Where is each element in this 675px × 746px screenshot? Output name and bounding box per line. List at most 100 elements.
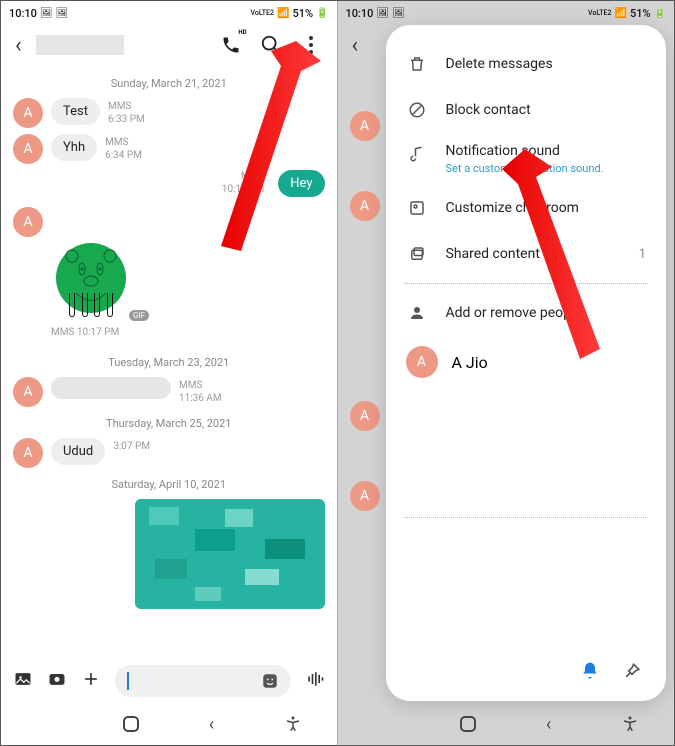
contact-row[interactable]: A A Jio xyxy=(404,336,649,388)
message-bubble[interactable]: Udud xyxy=(51,438,105,465)
search-button[interactable] xyxy=(259,33,283,57)
image-icon xyxy=(13,669,33,689)
person-icon xyxy=(406,302,428,324)
signal-icon: 📶 xyxy=(614,8,626,19)
more-icon xyxy=(309,36,313,54)
menu-label: Delete messages xyxy=(446,56,647,72)
avatar: A xyxy=(350,111,380,141)
avatar[interactable]: A xyxy=(13,134,43,164)
date-label: Tuesday, March 23, 2021 xyxy=(13,356,325,369)
avatar[interactable]: A xyxy=(13,377,43,407)
menu-block-contact[interactable]: Block contact xyxy=(404,87,649,133)
volte-icon: VoLTE2 xyxy=(251,9,274,17)
image-message[interactable] xyxy=(135,499,325,609)
separator xyxy=(404,283,649,284)
avatar-column: A A A A xyxy=(350,111,380,511)
camera-button[interactable] xyxy=(47,669,67,693)
signal-icon: 📶 xyxy=(277,8,289,19)
status-icon-2: 🖼 xyxy=(392,8,405,19)
message-meta: MMS 6:33 PM xyxy=(108,98,145,126)
menu-notification-sound[interactable]: Notification sound Set a custom notifica… xyxy=(404,133,649,185)
message-row[interactable]: A Test MMS 6:33 PM xyxy=(13,98,325,128)
block-icon xyxy=(406,99,428,121)
sticker-message[interactable]: GIF MMS 10:17 PM xyxy=(51,243,325,346)
menu-footer xyxy=(404,653,649,689)
message-row[interactable]: A MMS 11:36 AM xyxy=(13,377,325,407)
shared-count: 1 xyxy=(639,247,646,262)
message-bubble[interactable] xyxy=(51,377,171,399)
screen-options: 10:10 🖼 🖼 VoLTE2 📶 51% 🔋 ‹ A A A A xyxy=(338,1,675,745)
menu-customize-chat-room[interactable]: Customize chat room xyxy=(404,185,649,231)
message-row[interactable]: A Yhh MMS 6:34 PM xyxy=(13,134,325,164)
contact-name[interactable] xyxy=(36,35,124,55)
message-bubble[interactable]: Hey xyxy=(278,170,324,197)
camera-icon xyxy=(47,669,67,689)
menu-delete-messages[interactable]: Delete messages xyxy=(404,41,649,87)
back-button[interactable]: ‹ xyxy=(11,33,26,58)
options-menu-sheet: Delete messages Block contact Notificati… xyxy=(386,25,667,701)
message-meta: MMS 6:34 PM xyxy=(105,134,142,162)
notification-bell-button[interactable] xyxy=(580,661,600,685)
message-input[interactable] xyxy=(115,665,291,697)
status-icon-2: 🖼 xyxy=(56,8,69,19)
call-button[interactable]: HD xyxy=(219,33,243,57)
message-meta: 3:07 PM xyxy=(113,438,150,453)
status-time: 10:10 xyxy=(346,7,374,20)
back-button[interactable]: ‹ xyxy=(348,33,363,58)
avatar[interactable]: A xyxy=(13,98,43,128)
menu-shared-content[interactable]: Shared content 1 xyxy=(404,231,649,277)
date-label: Saturday, April 10, 2021 xyxy=(13,478,325,491)
nav-home[interactable] xyxy=(123,716,139,732)
nav-back[interactable]: ‹ xyxy=(209,714,214,735)
voice-button[interactable] xyxy=(305,669,325,693)
android-navbar: ‹ xyxy=(1,703,337,745)
audio-wave-icon xyxy=(305,669,325,689)
volte-icon: VoLTE2 xyxy=(588,9,611,17)
menu-label: Shared content xyxy=(446,246,621,262)
menu-label: Customize chat room xyxy=(446,200,647,216)
music-note-icon xyxy=(406,143,428,165)
battery-icon: 🔋 xyxy=(316,8,328,19)
hd-badge: HD xyxy=(238,29,246,36)
date-label: Sunday, March 21, 2021 xyxy=(13,77,325,90)
gallery-button[interactable] xyxy=(13,669,33,693)
nav-recents[interactable] xyxy=(372,723,390,725)
message-meta: MMS 10:17 PM xyxy=(222,170,264,196)
plus-icon xyxy=(81,669,101,689)
text-cursor xyxy=(127,672,129,690)
message-bubble[interactable]: Yhh xyxy=(51,134,97,161)
menu-add-remove-people[interactable]: Add or remove people xyxy=(404,290,649,336)
avatar: A xyxy=(350,481,380,511)
sticker-image: GIF xyxy=(51,243,131,323)
emoji-icon[interactable] xyxy=(261,672,279,690)
message-bubble[interactable]: Test xyxy=(51,98,100,125)
battery-percent: 51% xyxy=(292,7,313,20)
avatar: A xyxy=(406,346,438,378)
separator xyxy=(404,517,649,518)
nav-back[interactable]: ‹ xyxy=(546,714,551,735)
menu-label: Notification sound xyxy=(446,143,647,159)
avatar[interactable]: A xyxy=(13,438,43,468)
status-icon-1: 🖼 xyxy=(376,8,389,19)
message-meta: MMS 10:17 PM xyxy=(51,327,119,338)
chat-body[interactable]: Sunday, March 21, 2021 A Test MMS 6:33 P… xyxy=(1,67,337,657)
chat-header: ‹ HD xyxy=(1,23,337,67)
pin-button[interactable] xyxy=(622,661,642,685)
accessibility-icon[interactable] xyxy=(284,715,302,733)
message-row[interactable]: A Udud 3:07 PM xyxy=(13,438,325,468)
avatar[interactable]: A xyxy=(13,207,43,237)
battery-percent: 51% xyxy=(630,7,651,20)
nav-recents[interactable] xyxy=(36,723,54,725)
status-icon-1: 🖼 xyxy=(40,8,53,19)
nav-home[interactable] xyxy=(460,716,476,732)
pin-icon xyxy=(622,661,642,681)
date-label: Thursday, March 25, 2021 xyxy=(13,417,325,430)
more-options-button[interactable] xyxy=(299,33,323,57)
message-row-out[interactable]: MMS 10:17 PM Hey xyxy=(13,170,325,197)
add-button[interactable] xyxy=(81,669,101,693)
message-row[interactable]: A xyxy=(13,207,325,237)
phone-icon xyxy=(221,35,241,55)
menu-label: Add or remove people xyxy=(446,305,647,321)
accessibility-icon[interactable] xyxy=(621,715,639,733)
menu-sublabel: Set a custom notification sound. xyxy=(446,162,647,175)
